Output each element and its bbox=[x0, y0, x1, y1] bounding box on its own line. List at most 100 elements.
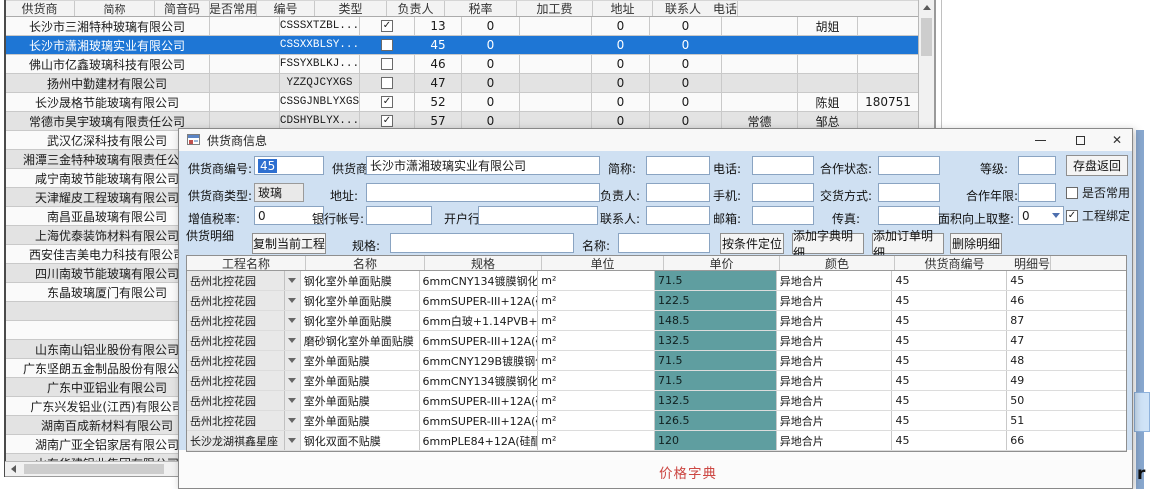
common-use-checkbox[interactable] bbox=[381, 77, 393, 89]
often-used-option[interactable]: 是否常用 bbox=[1066, 184, 1130, 201]
manager-field[interactable] bbox=[646, 183, 710, 202]
supplier-row[interactable]: 长沙市三湘特种玻璃有限公司 CSSSXTZBL... 13 0 0 0 胡姐 bbox=[5, 17, 918, 36]
detail-row[interactable]: 岳州北控花园 磨砂钢化室外单面贴膜 6mmSUPER-III+12A(硅... … bbox=[187, 331, 1126, 351]
column-header[interactable]: 简音码 bbox=[155, 1, 210, 16]
grid-column-header[interactable]: 颜色 bbox=[780, 256, 895, 270]
bank-field[interactable] bbox=[478, 206, 598, 225]
maximize-button[interactable] bbox=[1066, 131, 1094, 149]
project-name-cell[interactable]: 岳州北控花园 bbox=[187, 271, 301, 290]
spec-filter-input[interactable] bbox=[390, 233, 574, 253]
scroll-up-icon[interactable] bbox=[923, 5, 931, 10]
detail-row[interactable]: 岳州北控花园 室外单面贴膜 6mmSUPER-III+12A(硅... m² 1… bbox=[187, 391, 1126, 411]
copy-current-project-button[interactable]: 复制当前工程 bbox=[252, 233, 326, 254]
detail-row[interactable]: 岳州北控花园 室外单面贴膜 6mmCNY134镀膜钢化 m² 71.5 异地合片… bbox=[187, 371, 1126, 391]
coop-years-field[interactable] bbox=[1018, 183, 1056, 202]
chevron-down-icon[interactable] bbox=[284, 371, 300, 390]
supplier-row[interactable]: 扬州中勤建材有限公司 YZZQJCYXGS 47 0 0 0 bbox=[5, 74, 918, 93]
phone-field[interactable] bbox=[752, 156, 814, 175]
common-use-checkbox[interactable] bbox=[381, 96, 393, 108]
grade-field[interactable] bbox=[1018, 156, 1056, 175]
detail-row[interactable]: 岳州北控花园 钢化室外单面贴膜 6mmCNY134镀膜钢化 m² 71.5 异地… bbox=[187, 271, 1126, 291]
grid-column-header[interactable]: 名称 bbox=[306, 256, 425, 270]
detail-row[interactable]: 长沙龙湖祺鑫星座 钢化双面不贴膜 6mmPLE84+12A(硅酮胶... m² … bbox=[187, 431, 1126, 451]
project-name-cell[interactable]: 岳州北控花园 bbox=[187, 331, 301, 350]
chevron-down-icon[interactable] bbox=[284, 391, 300, 410]
grid-column-header[interactable]: 单价 bbox=[664, 256, 780, 270]
project-bind-option[interactable]: 工程绑定 bbox=[1066, 207, 1130, 224]
chevron-down-icon[interactable] bbox=[284, 431, 300, 450]
vertical-scroll-thumb[interactable] bbox=[921, 18, 932, 56]
scroll-left-icon[interactable] bbox=[11, 465, 16, 473]
horizontal-scroll-thumb[interactable] bbox=[24, 464, 164, 474]
column-header[interactable]: 简称 bbox=[75, 1, 155, 16]
chevron-down-icon[interactable] bbox=[284, 351, 300, 370]
column-header[interactable]: 地址 bbox=[593, 1, 653, 16]
common-use-checkbox[interactable] bbox=[381, 115, 393, 127]
project-name-cell[interactable]: 岳州北控花园 bbox=[187, 351, 301, 370]
background-window-text-fragment: r bbox=[1137, 464, 1145, 484]
fax-field[interactable] bbox=[878, 206, 940, 225]
save-return-button[interactable]: 存盘返回 bbox=[1066, 155, 1128, 176]
close-button[interactable]: ✕ bbox=[1103, 131, 1131, 149]
detail-section-label: 供货明细 bbox=[186, 227, 234, 244]
minimize-button[interactable] bbox=[1026, 131, 1054, 149]
supplier-row[interactable]: 长沙晟格节能玻璃有限公司 CSSGJNBLYXGS 52 0 0 0 陈姐 18… bbox=[5, 93, 918, 112]
email-field[interactable] bbox=[752, 206, 814, 225]
detail-row[interactable]: 岳州北控花园 钢化室外单面贴膜 6mm白玻+1.14PVB+6mm... m² … bbox=[187, 311, 1126, 331]
column-header[interactable]: 税率 bbox=[445, 1, 517, 16]
supplier-row[interactable]: 佛山市亿鑫玻璃科技有限公司 FSSYXBLKJ... 46 0 0 0 bbox=[5, 55, 918, 74]
area-round-select[interactable]: 0 bbox=[1018, 206, 1064, 225]
supplier-name-field[interactable]: 长沙市潇湘玻璃实业有限公司 bbox=[366, 156, 600, 175]
address-field[interactable] bbox=[366, 183, 600, 202]
grid-column-header[interactable]: 工程名称 bbox=[187, 256, 306, 270]
column-header[interactable]: 供货商 bbox=[5, 1, 75, 16]
column-header[interactable]: 类型 bbox=[315, 1, 387, 16]
project-name-cell[interactable]: 岳州北控花园 bbox=[187, 291, 301, 310]
common-use-checkbox[interactable] bbox=[381, 20, 393, 32]
project-name-cell[interactable]: 长沙龙湖祺鑫星座 bbox=[187, 431, 301, 450]
abbr-field[interactable] bbox=[646, 156, 710, 175]
delete-detail-button[interactable]: 删除明细 bbox=[950, 233, 1002, 254]
project-name-cell[interactable]: 岳州北控花园 bbox=[187, 311, 301, 330]
grid-column-header[interactable]: 单位 bbox=[542, 256, 664, 270]
often-used-checkbox[interactable] bbox=[1066, 187, 1078, 199]
mobile-field[interactable] bbox=[752, 183, 814, 202]
name-filter-input[interactable] bbox=[618, 233, 710, 253]
supplier-type-field[interactable]: 玻璃 bbox=[254, 183, 304, 202]
supplier-row[interactable]: 长沙市潇湘玻璃实业有限公司 CSSXXBLSY... 45 0 0 0 bbox=[5, 36, 918, 55]
project-name-cell[interactable]: 岳州北控花园 bbox=[187, 371, 301, 390]
grid-column-header[interactable]: 明细号 bbox=[1014, 256, 1051, 270]
detail-row[interactable]: 岳州北控花园 室外单面贴膜 6mmCNY129B镀膜钢化 m² 71.5 异地合… bbox=[187, 351, 1126, 371]
coop-status-field[interactable] bbox=[878, 156, 940, 175]
grid-column-header[interactable]: 规格 bbox=[425, 256, 542, 270]
add-dictionary-detail-button[interactable]: 添加字典明细 bbox=[792, 233, 864, 254]
detail-row[interactable]: 岳州北控花园 钢化室外单面贴膜 6mmSUPER-III+12A(硅... m²… bbox=[187, 291, 1126, 311]
delivery-field[interactable] bbox=[878, 183, 940, 202]
contact-cell bbox=[798, 55, 858, 73]
project-name-cell[interactable]: 岳州北控花园 bbox=[187, 411, 301, 430]
chevron-down-icon[interactable] bbox=[284, 411, 300, 430]
supplier-id-field[interactable]: 45 bbox=[254, 156, 324, 175]
dialog-title-bar[interactable]: 供货商信息 bbox=[179, 129, 1132, 151]
chevron-down-icon[interactable] bbox=[284, 271, 300, 290]
column-header[interactable]: 是否常用 bbox=[210, 1, 257, 16]
project-bind-checkbox[interactable] bbox=[1066, 210, 1078, 222]
column-header[interactable]: 编号 bbox=[257, 1, 315, 16]
add-order-detail-button[interactable]: 添加订单明细 bbox=[872, 233, 944, 254]
chevron-down-icon[interactable] bbox=[284, 331, 300, 350]
contact-field[interactable] bbox=[646, 206, 710, 225]
locate-by-condition-button[interactable]: 按条件定位 bbox=[720, 233, 784, 254]
chevron-down-icon[interactable] bbox=[284, 311, 300, 330]
grid-column-header[interactable]: 供货商编号 bbox=[895, 256, 1014, 270]
bank-account-field[interactable] bbox=[366, 206, 432, 225]
column-header[interactable]: 电话 bbox=[713, 1, 738, 16]
common-use-checkbox[interactable] bbox=[381, 39, 393, 51]
unit-price-cell: 71.5 bbox=[655, 371, 777, 390]
column-header[interactable]: 联系人 bbox=[653, 1, 713, 16]
column-header[interactable]: 负责人 bbox=[387, 1, 445, 16]
chevron-down-icon[interactable] bbox=[284, 291, 300, 310]
common-use-checkbox[interactable] bbox=[381, 58, 393, 70]
detail-row[interactable]: 岳州北控花园 室外单面贴膜 6mmSUPER-III+12A(硅... m² 1… bbox=[187, 411, 1126, 431]
column-header[interactable]: 加工费 bbox=[517, 1, 593, 16]
project-name-cell[interactable]: 岳州北控花园 bbox=[187, 391, 301, 410]
